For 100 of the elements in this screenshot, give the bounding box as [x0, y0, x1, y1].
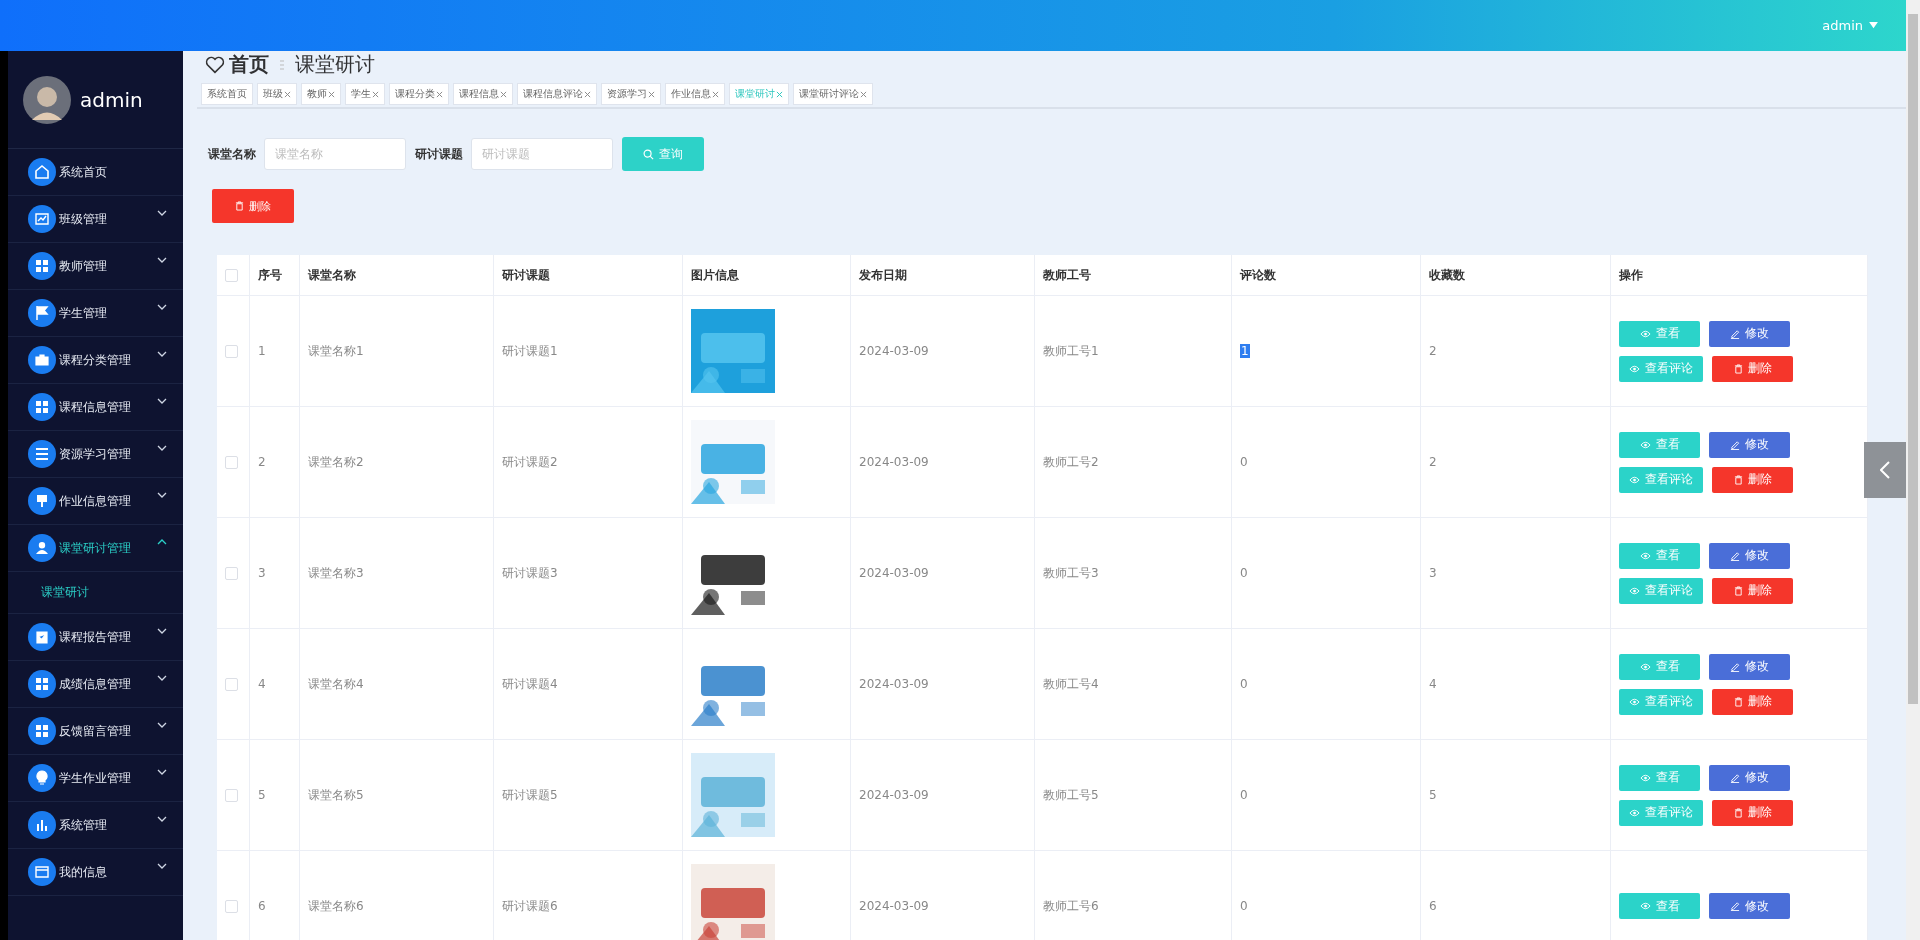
table-cell: 0 — [1240, 899, 1248, 913]
sidebar-item[interactable]: 课堂研讨管理 — [8, 525, 183, 572]
table-cell: 2 — [1421, 407, 1611, 517]
column-header: 评论数 — [1232, 255, 1421, 295]
pin-icon — [28, 487, 56, 515]
bulb-icon — [28, 764, 56, 792]
page-tab[interactable]: 资源学习 — [601, 83, 661, 105]
table-cell: 课堂名称5 — [300, 740, 494, 850]
row-checkbox[interactable] — [225, 344, 238, 358]
delete-button[interactable]: 删除 — [1712, 688, 1793, 715]
table-cell: 研讨课题1 — [494, 296, 683, 406]
page-tab[interactable]: 课堂研讨评论 — [793, 83, 873, 105]
edit-button[interactable]: 修改 — [1709, 542, 1790, 569]
table-cell: 教师工号6 — [1035, 851, 1232, 940]
table-cell: 4 — [1421, 629, 1611, 739]
edit-button[interactable]: 修改 — [1709, 653, 1790, 680]
table-cell: 课堂名称1 — [300, 296, 494, 406]
table-cell: 2024-03-09 — [851, 629, 1035, 739]
sidebar-item[interactable]: 教师管理 — [8, 243, 183, 290]
sidebar-item[interactable]: 资源学习管理 — [8, 431, 183, 478]
delete-button[interactable]: 删除 — [1712, 799, 1793, 826]
close-icon[interactable] — [284, 90, 291, 98]
close-icon[interactable] — [372, 90, 379, 98]
page-tab[interactable]: 作业信息 — [665, 83, 725, 105]
close-icon[interactable] — [436, 90, 443, 98]
breadcrumb-link[interactable]: 首页 — [229, 51, 269, 78]
search-label: 研讨课题 — [415, 145, 463, 163]
page-tab[interactable]: 课程分类 — [389, 83, 449, 105]
sidebar-item[interactable]: 课程报告管理 — [8, 614, 183, 661]
table-cell: 2024-03-09 — [851, 296, 1035, 406]
column-header: 收藏数 — [1421, 255, 1611, 295]
trash-icon — [1733, 696, 1743, 707]
page-tab[interactable]: 学生 — [345, 83, 385, 105]
table-cell: 3 — [1421, 518, 1611, 628]
sidebar-item[interactable]: 学生管理 — [8, 290, 183, 337]
close-icon[interactable] — [860, 90, 867, 98]
user-name: admin — [80, 87, 143, 112]
edit-button[interactable]: 修改 — [1709, 893, 1790, 919]
row-checkbox[interactable] — [225, 899, 238, 913]
table-cell: 2024-03-09 — [851, 740, 1035, 850]
sidebar-item[interactable]: 我的信息 — [8, 849, 183, 896]
delete-button[interactable]: 删除 — [1712, 355, 1793, 382]
close-icon[interactable] — [712, 90, 719, 98]
table-cell: 3 — [250, 518, 300, 628]
select-all-checkbox[interactable] — [225, 268, 238, 282]
search-icon — [643, 148, 654, 160]
pencil-icon — [1730, 328, 1740, 339]
sidebar-item[interactable]: 学生作业管理 — [8, 755, 183, 802]
close-icon[interactable] — [328, 90, 335, 98]
page-tab[interactable]: 班级 — [257, 83, 297, 105]
grid-icon — [28, 717, 56, 745]
row-checkbox[interactable] — [225, 677, 238, 691]
scrollbar[interactable] — [1906, 0, 1920, 940]
collapse-button[interactable] — [1864, 442, 1906, 498]
trash-icon — [1733, 807, 1743, 818]
table-cell: 研讨课题5 — [494, 740, 683, 850]
chevron-left-icon — [1880, 461, 1890, 479]
close-icon[interactable] — [584, 90, 591, 98]
sidebar-item[interactable]: 系统管理 — [8, 802, 183, 849]
sidebar-item[interactable]: 课程分类管理 — [8, 337, 183, 384]
page-tab[interactable]: 系统首页 — [201, 83, 253, 105]
sidebar-item[interactable]: 班级管理 — [8, 196, 183, 243]
edit-button[interactable]: 修改 — [1709, 431, 1790, 458]
delete-button[interactable]: 删除 — [1712, 577, 1793, 604]
table-cell: 课堂名称3 — [300, 518, 494, 628]
delete-button[interactable]: 删除 — [212, 189, 294, 223]
eye-icon — [1639, 773, 1651, 782]
search-label: 课堂名称 — [208, 145, 256, 163]
row-checkbox[interactable] — [225, 788, 238, 802]
edit-button[interactable]: 修改 — [1709, 764, 1790, 791]
table-cell: 1 — [250, 296, 300, 406]
table-cell: 1 — [1240, 344, 1250, 358]
sidebar-item[interactable]: 系统首页 — [8, 149, 183, 196]
delete-button[interactable]: 删除 — [1712, 466, 1793, 493]
page-tab[interactable]: 教师 — [301, 83, 341, 105]
table-cell: 教师工号5 — [1035, 740, 1232, 850]
close-icon[interactable] — [500, 90, 507, 98]
close-icon[interactable] — [776, 90, 783, 98]
trash-icon — [1733, 585, 1743, 596]
sidebar-item[interactable]: 作业信息管理 — [8, 478, 183, 525]
close-icon[interactable] — [648, 90, 655, 98]
sidebar-subitem[interactable]: 课堂研讨 — [8, 572, 183, 614]
column-header: 操作 — [1611, 255, 1868, 295]
bars-icon — [28, 811, 56, 839]
eye-icon — [1629, 808, 1640, 817]
table-cell: 教师工号2 — [1035, 407, 1232, 517]
clip-icon — [28, 623, 56, 651]
row-checkbox[interactable] — [225, 455, 238, 469]
sidebar-item[interactable]: 反馈留言管理 — [8, 708, 183, 755]
caret-icon — [1869, 22, 1878, 29]
search-field[interactable]: 课堂名称 — [264, 138, 406, 170]
sidebar-item[interactable]: 课程信息管理 — [8, 384, 183, 431]
page-tab[interactable]: 课程信息 — [453, 83, 513, 105]
sidebar-item[interactable]: 成绩信息管理 — [8, 661, 183, 708]
page-tab[interactable]: 课程信息评论 — [517, 83, 597, 105]
table-cell: 教师工号1 — [1035, 296, 1232, 406]
edit-button[interactable]: 修改 — [1709, 320, 1790, 347]
row-checkbox[interactable] — [225, 566, 238, 580]
table-cell: 研讨课题4 — [494, 629, 683, 739]
search-field[interactable]: 研讨课题 — [471, 138, 613, 170]
